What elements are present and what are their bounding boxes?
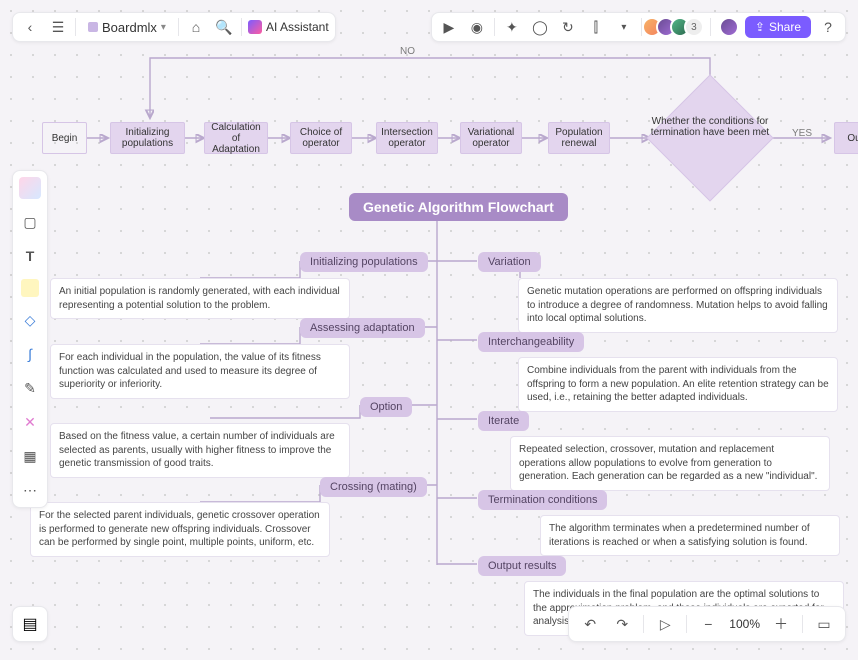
collaborator-avatars[interactable]: 3 [648, 17, 704, 37]
layers-icon: ▤ [22, 614, 37, 634]
pill-assess[interactable]: Assessing adaptation [300, 318, 425, 338]
desc-option[interactable]: Based on the fitness value, a certain nu… [50, 423, 350, 478]
ai-label: AI Assistant [266, 20, 329, 34]
zoom-out-button[interactable]: − [697, 613, 719, 635]
edge-yes-label: YES [792, 128, 812, 139]
frame-tool[interactable]: ▢ [19, 211, 41, 233]
desc-init[interactable]: An initial population is randomly genera… [50, 278, 350, 319]
pill-variation[interactable]: Variation [478, 252, 541, 272]
shape-tool[interactable]: ◇ [19, 309, 41, 331]
node-calc[interactable]: Calculation of Adaptation [204, 122, 268, 154]
desc-interchange[interactable]: Combine individuals from the parent with… [518, 357, 838, 412]
effects-icon[interactable]: ✦ [501, 16, 523, 38]
desc-iterate[interactable]: Repeated selection, crossover, mutation … [510, 436, 830, 491]
present-icon[interactable]: ▶ [438, 16, 460, 38]
ai-badge-icon [248, 20, 262, 34]
sticky-note-tool[interactable] [21, 279, 39, 297]
pill-iterate[interactable]: Iterate [478, 411, 529, 431]
back-button[interactable]: ‹ [19, 16, 41, 38]
comment-icon[interactable]: ◯ [529, 16, 551, 38]
node-renewal[interactable]: Population renewal [548, 122, 610, 154]
node-decision-label: Whether the conditions for termination h… [650, 116, 770, 138]
pointer-tool[interactable]: ▷ [654, 613, 676, 635]
divider [494, 18, 495, 36]
ai-assistant-button[interactable]: AI Assistant [248, 20, 329, 34]
board-name: Boardmlx [102, 20, 157, 35]
node-out[interactable]: Ou [834, 122, 858, 154]
minimap-button[interactable]: ▭ [813, 613, 835, 635]
pill-interchange[interactable]: Interchangeability [478, 332, 584, 352]
chart-icon[interactable]: ⫿ [585, 16, 607, 38]
zoom-in-button[interactable]: ＋ [770, 613, 792, 635]
mindmap-tool[interactable]: ✕ [19, 411, 41, 433]
history-icon[interactable]: ↻ [557, 16, 579, 38]
toolbar-bottom-right: ↶ ↷ ▷ − 100% ＋ ▭ [568, 606, 846, 642]
pen-tool[interactable]: ✎ [19, 377, 41, 399]
more-tools[interactable]: ⋯ [19, 479, 41, 501]
board-icon [88, 22, 98, 32]
chevron-down-icon: ▾ [161, 22, 166, 33]
divider [686, 615, 687, 633]
divider [241, 18, 242, 36]
node-choice[interactable]: Choice of operator [290, 122, 352, 154]
toolbar-top-left: ‹ ☰ Boardmlx ▾ ⌂ 🔍 AI Assistant [12, 12, 336, 42]
tool-palette: ▢ T ◇ ∫ ✎ ✕ ▦ ⋯ [12, 170, 48, 508]
undo-button[interactable]: ↶ [579, 613, 601, 635]
board-title[interactable]: Boardmlx ▾ [82, 20, 172, 35]
redo-button[interactable]: ↷ [611, 613, 633, 635]
help-icon[interactable]: ? [817, 16, 839, 38]
layers-button[interactable]: ▤ [12, 606, 48, 642]
share-label: Share [769, 20, 801, 34]
connector-tool[interactable]: ∫ [19, 343, 41, 365]
edge-no-label: NO [400, 46, 415, 57]
desc-crossing[interactable]: For the selected parent individuals, gen… [30, 502, 330, 557]
share-icon: ⇪ [755, 20, 765, 34]
divider [643, 615, 644, 633]
pill-option[interactable]: Option [360, 397, 412, 417]
select-tool[interactable] [19, 177, 41, 199]
node-variational[interactable]: Variational operator [460, 122, 522, 154]
tag-icon[interactable]: ⌂ [185, 16, 207, 38]
desc-termination[interactable]: The algorithm terminates when a predeter… [540, 515, 840, 556]
node-intersect[interactable]: Intersection operator [376, 122, 438, 154]
divider [178, 18, 179, 36]
search-icon[interactable]: 🔍 [213, 16, 235, 38]
divider [802, 615, 803, 633]
desc-variation[interactable]: Genetic mutation operations are performe… [518, 278, 838, 333]
record-icon[interactable]: ◉ [466, 16, 488, 38]
divider [75, 18, 76, 36]
share-button[interactable]: ⇪ Share [745, 16, 811, 38]
template-tool[interactable]: ▦ [19, 445, 41, 467]
node-init[interactable]: Initializing populations [110, 122, 185, 154]
pill-init[interactable]: Initializing populations [300, 252, 428, 272]
pill-output[interactable]: Output results [478, 556, 566, 576]
text-tool[interactable]: T [19, 245, 41, 267]
zoom-level[interactable]: 100% [729, 617, 760, 631]
self-avatar[interactable] [719, 17, 739, 37]
node-begin[interactable]: Begin [42, 122, 87, 154]
pill-crossing[interactable]: Crossing (mating) [320, 477, 427, 497]
desc-assess[interactable]: For each individual in the population, t… [50, 344, 350, 399]
chart-title[interactable]: Genetic Algorithm Flowchart [349, 193, 568, 221]
toolbar-top-right: ▶ ◉ ✦ ◯ ↻ ⫿ ▾ 3 ⇪ Share ? [431, 12, 846, 42]
divider [710, 18, 711, 36]
avatar-overflow: 3 [684, 17, 704, 37]
pill-termination[interactable]: Termination conditions [478, 490, 607, 510]
chevron-down-icon[interactable]: ▾ [613, 16, 635, 38]
menu-button[interactable]: ☰ [47, 16, 69, 38]
